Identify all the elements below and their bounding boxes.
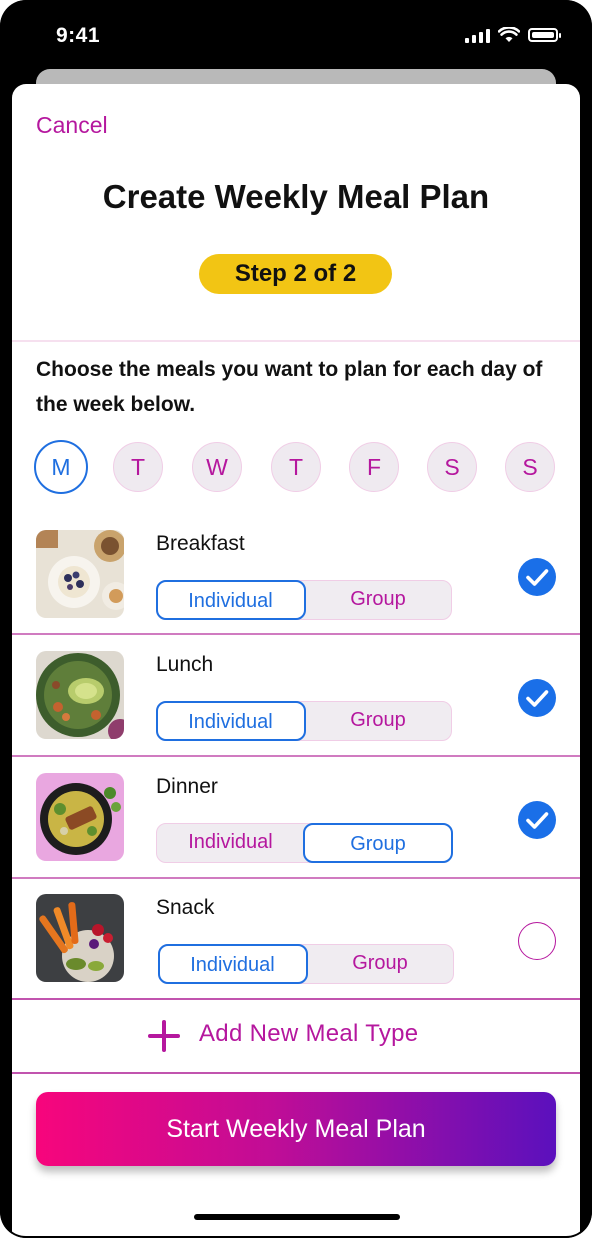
checkmark-icon — [526, 812, 549, 829]
start-meal-plan-button[interactable]: Start Weekly Meal Plan — [36, 1092, 556, 1166]
step-badge: Step 2 of 2 — [199, 254, 392, 294]
day-button-saturday[interactable]: S — [427, 442, 477, 492]
checkmark-icon — [526, 690, 549, 707]
meal-row-snack: Snack Individual Group — [12, 894, 580, 1014]
cellular-signal-icon — [465, 27, 490, 43]
individual-option[interactable]: Individual — [155, 579, 306, 620]
day-button-tuesday[interactable]: T — [113, 442, 163, 492]
divider — [12, 633, 580, 635]
meal-row-lunch: Lunch Individual Group — [12, 651, 580, 771]
instructions-text: Choose the meals you want to plan for ea… — [36, 358, 543, 416]
battery-icon — [528, 28, 561, 42]
group-option[interactable]: Group — [305, 944, 455, 984]
meal-name: Dinner — [156, 775, 218, 798]
group-option[interactable]: Group — [303, 701, 453, 741]
home-indicator — [194, 1214, 400, 1220]
day-button-wednesday[interactable]: W — [192, 442, 242, 492]
meal-type-toggle: Individual Group — [155, 579, 453, 620]
meal-name: Lunch — [156, 653, 214, 676]
meal-name: Snack — [156, 896, 215, 919]
divider — [12, 340, 580, 342]
lunch-image — [36, 651, 124, 739]
meal-checkbox-unchecked[interactable] — [518, 922, 556, 960]
meal-checkbox-checked[interactable] — [518, 558, 556, 596]
day-selector: M T W T F S S — [34, 440, 564, 494]
meal-row-dinner: Dinner Individual Group — [12, 773, 580, 893]
day-button-sunday[interactable]: S — [505, 442, 555, 492]
snack-image — [36, 894, 124, 982]
status-icons — [465, 27, 561, 43]
page-title: Create Weekly Meal Plan — [102, 178, 490, 215]
individual-option[interactable]: Individual — [156, 823, 306, 863]
plus-icon — [148, 1020, 180, 1052]
divider — [12, 877, 580, 879]
day-button-friday[interactable]: F — [349, 442, 399, 492]
phone-frame: 9:41 Cancel Create Weekly Meal Plan Step… — [0, 0, 592, 1238]
individual-option[interactable]: Individual — [155, 700, 306, 741]
add-meal-type-button[interactable]: Add New Meal Type — [12, 998, 580, 1074]
group-option[interactable]: Group — [303, 580, 453, 620]
meal-type-toggle: Individual Group — [157, 943, 455, 984]
checkmark-icon — [526, 569, 549, 586]
meal-checkbox-checked[interactable] — [518, 679, 556, 717]
individual-option[interactable]: Individual — [157, 943, 308, 984]
meal-name: Breakfast — [156, 532, 245, 555]
day-button-thursday[interactable]: T — [271, 442, 321, 492]
cancel-button[interactable]: Cancel — [36, 112, 108, 139]
status-bar: 9:41 — [0, 0, 592, 72]
add-meal-type-label: Add New Meal Type — [199, 1020, 419, 1047]
day-button-monday[interactable]: M — [34, 440, 88, 494]
wifi-icon — [498, 27, 520, 42]
meal-row-breakfast: Breakfast Individual Group — [12, 530, 580, 650]
dinner-image — [36, 773, 124, 861]
status-time: 9:41 — [56, 24, 101, 47]
divider — [12, 755, 580, 757]
group-option[interactable]: Group — [303, 822, 453, 863]
meal-type-toggle: Individual Group — [156, 822, 453, 863]
divider — [12, 1072, 580, 1074]
breakfast-image — [36, 530, 124, 618]
meal-type-toggle: Individual Group — [155, 700, 453, 741]
modal-sheet: Cancel Create Weekly Meal Plan Step 2 of… — [12, 84, 580, 1236]
meal-checkbox-checked[interactable] — [518, 801, 556, 839]
